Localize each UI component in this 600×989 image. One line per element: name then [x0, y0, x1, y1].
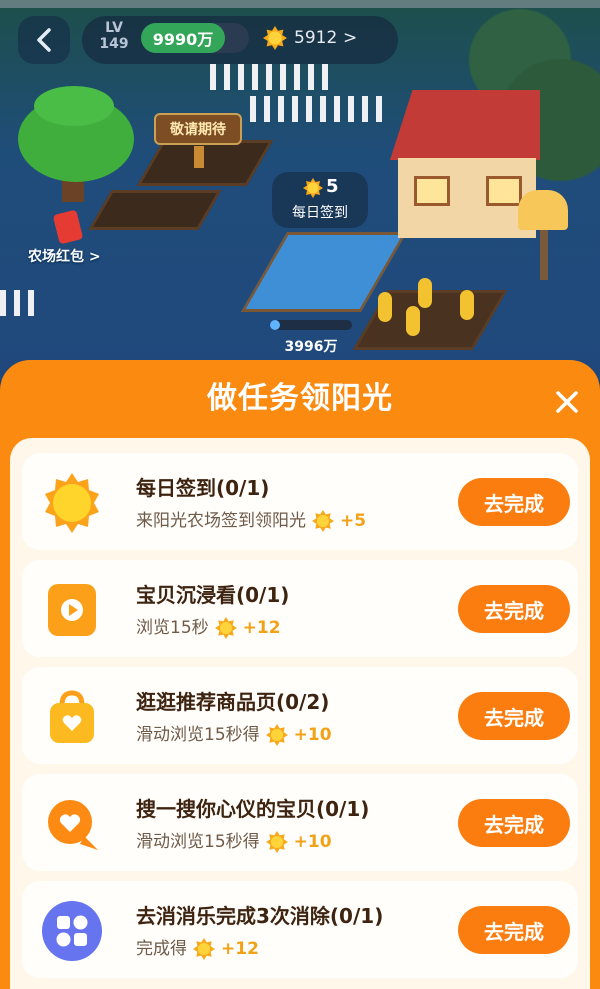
task-desc-text: 滑动浏览15秒得: [136, 832, 260, 852]
empty-plot[interactable]: [88, 190, 222, 230]
mailbox[interactable]: [518, 190, 568, 230]
level-badge: LV 149: [96, 20, 132, 52]
sun-reward-icon: [193, 938, 215, 960]
corn-crop: [418, 278, 432, 308]
game-grid-icon: [42, 901, 102, 961]
corn-crop: [406, 306, 420, 336]
task-title: 搜一搜你心仪的宝贝(0/1): [136, 797, 370, 821]
level-value: 149: [99, 36, 129, 52]
red-packet-icon: [52, 209, 84, 245]
task-row-match-game: 去消消乐完成3次消除(0/1) 完成得 +12 去完成: [22, 881, 578, 978]
sun-icon: [303, 178, 323, 198]
panel-title: 做任务领阳光: [207, 381, 393, 416]
task-desc: 完成得 +12: [136, 937, 259, 961]
task-title: 逛逛推荐商品页(0/2): [136, 690, 330, 714]
task-reward: +10: [293, 725, 332, 745]
task-title: 每日签到(0/1): [136, 476, 270, 500]
house-window: [414, 176, 450, 206]
sun-reward-icon: [265, 831, 288, 853]
fence: [210, 64, 330, 90]
crop-progress-track: [270, 320, 352, 330]
go-complete-button[interactable]: 去完成: [458, 585, 570, 633]
task-desc-text: 完成得: [136, 939, 187, 959]
go-complete-button[interactable]: 去完成: [458, 799, 570, 847]
video-play-icon: [48, 584, 96, 636]
task-row-search-item: 搜一搜你心仪的宝贝(0/1) 滑动浏览15秒得 +10 去完成: [22, 774, 578, 871]
go-complete-button[interactable]: 去完成: [458, 478, 570, 526]
crop-progress-text: 3996万: [284, 339, 338, 355]
chevron-right-icon[interactable]: >: [343, 26, 357, 50]
mailbox-post: [540, 228, 548, 280]
level-label: LV: [105, 20, 123, 36]
task-desc-text: 滑动浏览15秒得: [136, 725, 260, 745]
status-strip: [0, 0, 600, 8]
farm-game-scene: 敬请期待 5 每日签到 农场红包 > 3996万 LV 149 9990万 59…: [0, 0, 600, 380]
crop-progress-fill: [270, 320, 280, 330]
sun-reward-icon: [265, 724, 288, 746]
daily-checkin-count: 5: [326, 176, 339, 197]
close-icon[interactable]: [550, 385, 584, 419]
tree-top: [34, 86, 114, 126]
task-reward: +5: [340, 511, 367, 531]
house-window: [486, 176, 522, 206]
sun-reward-icon: [312, 510, 334, 532]
sign-post: [194, 146, 204, 168]
shopping-bag-heart-icon: [50, 690, 94, 743]
task-title: 去消消乐完成3次消除(0/1): [136, 904, 384, 928]
daily-checkin-label: 每日签到: [292, 205, 348, 221]
task-row-watch-item: 宝贝沉浸看(0/1) 浏览15秒 +12 去完成: [22, 560, 578, 657]
task-reward: +10: [293, 832, 332, 852]
farm-red-packet-link[interactable]: 农场红包 >: [28, 246, 101, 266]
coming-soon-sign[interactable]: 敬请期待: [154, 113, 242, 145]
task-desc-text: 来阳光农场签到领阳光: [136, 511, 306, 531]
task-reward: +12: [242, 618, 281, 638]
chevron-left-icon: [37, 28, 51, 52]
task-desc: 滑动浏览15秒得 +10: [136, 830, 332, 854]
back-button[interactable]: [18, 16, 70, 64]
go-complete-button[interactable]: 去完成: [458, 906, 570, 954]
fence: [0, 290, 40, 316]
go-complete-button[interactable]: 去完成: [458, 692, 570, 740]
task-desc-text: 浏览15秒: [136, 618, 209, 638]
sun-icon: [45, 473, 99, 533]
corn-crop: [460, 290, 474, 320]
search-heart-icon: [48, 800, 98, 850]
empty-plot[interactable]: [136, 140, 274, 186]
task-title: 宝贝沉浸看(0/1): [136, 583, 290, 607]
task-reward: +12: [221, 939, 259, 959]
sun-coin-icon: [263, 26, 287, 50]
task-row-browse-recommend: 逛逛推荐商品页(0/2) 滑动浏览15秒得 +10 去完成: [22, 667, 578, 764]
fence: [250, 96, 390, 122]
sun-reward-icon: [214, 617, 237, 639]
task-desc: 滑动浏览15秒得 +10: [136, 723, 332, 747]
farm-house-roof: [390, 90, 540, 160]
corn-crop: [378, 292, 392, 322]
money-value[interactable]: 9990万: [141, 23, 225, 53]
task-desc: 浏览15秒 +12: [136, 616, 281, 640]
task-row-daily-checkin: 每日签到(0/1) 来阳光农场签到领阳光 +5 去完成: [22, 453, 578, 550]
sunshine-balance[interactable]: 5912: [294, 26, 337, 50]
task-desc: 来阳光农场签到领阳光 +5: [136, 509, 366, 533]
